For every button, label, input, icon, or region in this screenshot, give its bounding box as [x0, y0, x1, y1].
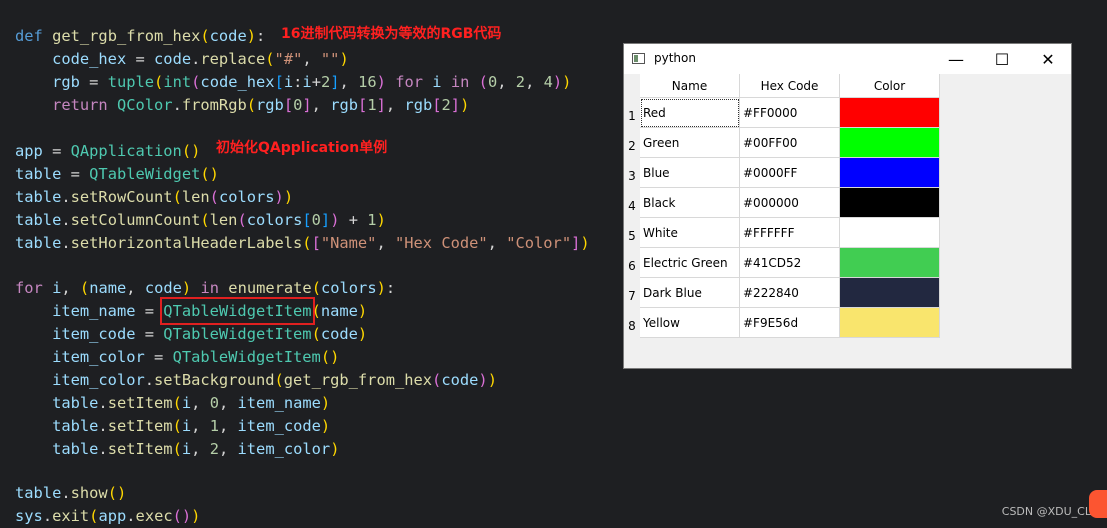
- row-header[interactable]: 6: [624, 248, 640, 278]
- maximize-button[interactable]: ☐: [979, 44, 1025, 74]
- color-swatch-cell[interactable]: [840, 188, 940, 218]
- code-line[interactable]: def get_rgb_from_hex(code):: [15, 25, 265, 47]
- code-line[interactable]: item_name = QTableWidgetItem(name): [15, 297, 367, 325]
- name-cell[interactable]: Black: [640, 188, 740, 218]
- window-titlebar[interactable]: python — ☐ ✕: [624, 44, 1071, 74]
- window-title: python: [654, 51, 696, 65]
- annotation-init-app: 初始化QApplication单例: [216, 140, 388, 156]
- csdn-logo-icon: [1089, 490, 1107, 518]
- code-line[interactable]: table = QTableWidget(): [15, 163, 219, 185]
- color-swatch-cell[interactable]: [840, 308, 940, 338]
- code-line[interactable]: table.setItem(i, 2, item_color): [15, 438, 339, 460]
- table-corner: [624, 74, 640, 98]
- row-header[interactable]: 1: [624, 98, 640, 128]
- column-header-name[interactable]: Name: [640, 74, 740, 98]
- color-swatch-cell[interactable]: [840, 98, 940, 128]
- color-swatch-cell[interactable]: [840, 278, 940, 308]
- column-header-hex-code[interactable]: Hex Code: [740, 74, 840, 98]
- minimize-button[interactable]: —: [933, 44, 979, 74]
- hex-code-cell[interactable]: #0000FF: [740, 158, 840, 188]
- name-cell[interactable]: Blue: [640, 158, 740, 188]
- code-line[interactable]: table.setItem(i, 1, item_code): [15, 415, 330, 437]
- highlight-box: QTableWidgetItem: [160, 297, 315, 325]
- code-line[interactable]: return QColor.fromRgb(rgb[0], rgb[1], rg…: [15, 94, 469, 116]
- table-widget[interactable]: Name Hex Code Color 1 Red #FF0000 2 Green #00FF0…: [624, 74, 1071, 368]
- code-line[interactable]: table.setColumnCount(len(colors[0]) + 1): [15, 209, 386, 231]
- code-line[interactable]: code_hex = code.replace("#", ""): [15, 48, 349, 70]
- hex-code-cell[interactable]: #F9E56d: [740, 308, 840, 338]
- hex-code-cell[interactable]: #41CD52: [740, 248, 840, 278]
- row-header[interactable]: 2: [624, 128, 640, 158]
- code-line[interactable]: table.setItem(i, 0, item_name): [15, 392, 330, 414]
- name-cell[interactable]: Dark Blue: [640, 278, 740, 308]
- code-line[interactable]: item_color = QTableWidgetItem(): [15, 346, 339, 368]
- row-header[interactable]: 4: [624, 188, 640, 218]
- row-header[interactable]: 7: [624, 278, 640, 308]
- close-button[interactable]: ✕: [1025, 44, 1071, 74]
- name-cell[interactable]: White: [640, 218, 740, 248]
- hex-code-cell[interactable]: #FF0000: [740, 98, 840, 128]
- code-line[interactable]: table.setRowCount(len(colors)): [15, 186, 293, 208]
- code-line[interactable]: app = QApplication(): [15, 140, 200, 162]
- color-swatch-cell[interactable]: [840, 248, 940, 278]
- code-line[interactable]: table.setHorizontalHeaderLabels(["Name",…: [15, 232, 590, 254]
- python-window[interactable]: python — ☐ ✕ Name Hex Code Color 1 Red #FF000…: [623, 43, 1072, 369]
- hex-code-cell[interactable]: #00FF00: [740, 128, 840, 158]
- code-line[interactable]: for i, (name, code) in enumerate(colors)…: [15, 277, 395, 299]
- name-cell[interactable]: Green: [640, 128, 740, 158]
- hex-code-cell[interactable]: #000000: [740, 188, 840, 218]
- color-swatch-cell[interactable]: [840, 158, 940, 188]
- name-cell[interactable]: Red: [640, 98, 740, 128]
- code-line[interactable]: table.show(): [15, 482, 126, 504]
- code-line[interactable]: item_code = QTableWidgetItem(code): [15, 323, 367, 345]
- code-line[interactable]: sys.exit(app.exec()): [15, 505, 200, 527]
- color-swatch-cell[interactable]: [840, 218, 940, 248]
- row-header[interactable]: 5: [624, 218, 640, 248]
- watermark: CSDN @XDU_CL: [1001, 505, 1091, 518]
- name-cell[interactable]: Yellow: [640, 308, 740, 338]
- code-line[interactable]: rgb = tuple(int(code_hex[i:i+2], 16) for…: [15, 71, 571, 93]
- hex-code-cell[interactable]: #FFFFFF: [740, 218, 840, 248]
- row-header[interactable]: 3: [624, 158, 640, 188]
- color-swatch-cell[interactable]: [840, 128, 940, 158]
- name-cell[interactable]: Electric Green: [640, 248, 740, 278]
- row-header[interactable]: 8: [624, 308, 640, 338]
- annotation-hex-to-rgb: 16进制代码转换为等效的RGB代码: [281, 26, 502, 42]
- app-window-icon: [632, 53, 645, 64]
- hex-code-cell[interactable]: #222840: [740, 278, 840, 308]
- code-line[interactable]: item_color.setBackground(get_rgb_from_he…: [15, 369, 497, 391]
- column-header-color[interactable]: Color: [840, 74, 940, 98]
